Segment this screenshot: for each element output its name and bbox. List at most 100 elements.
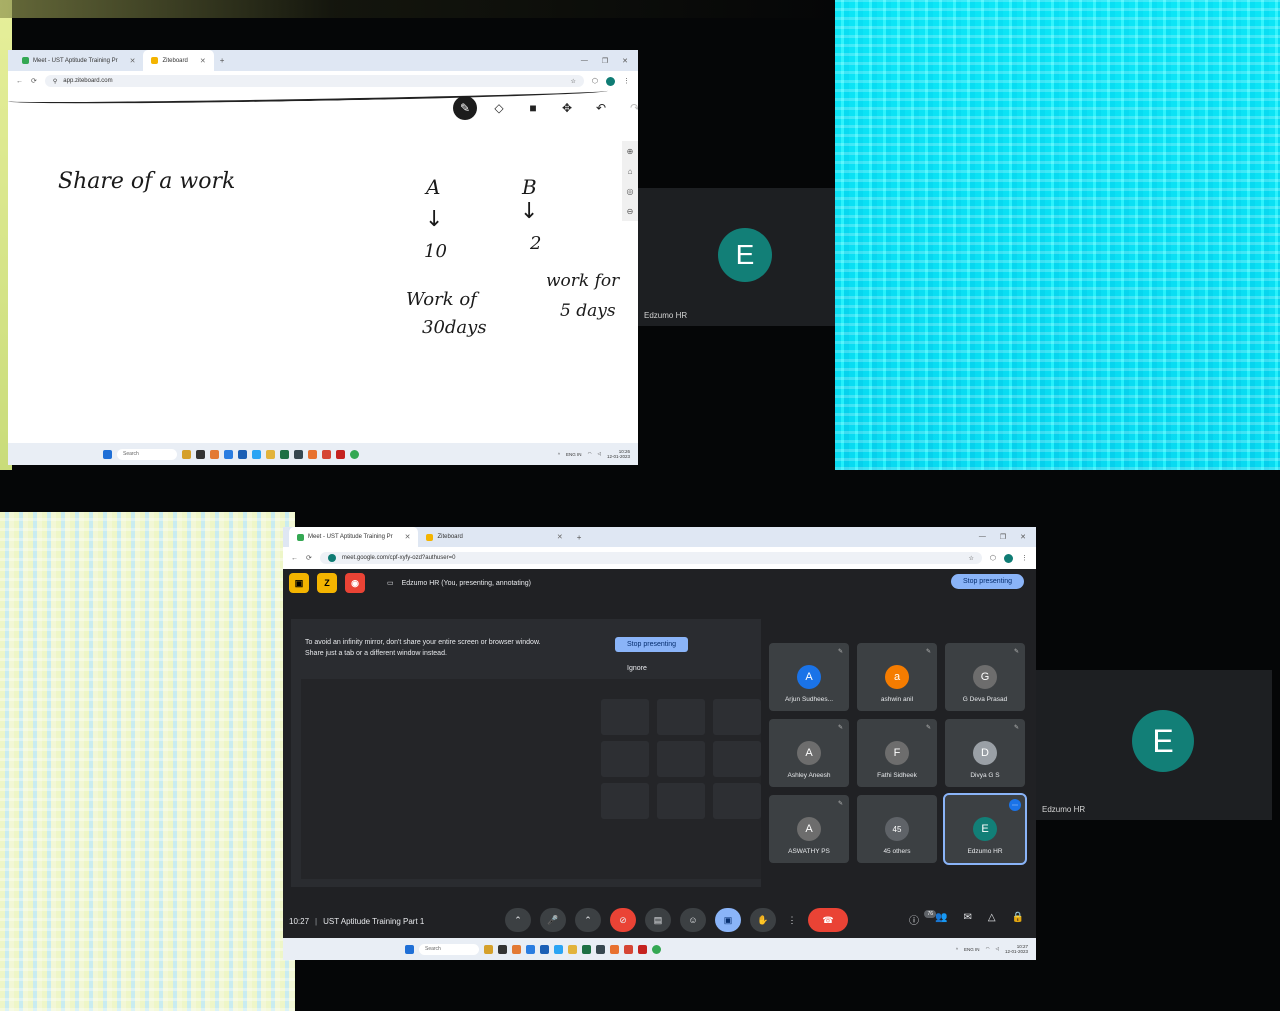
emoji-reaction-icon[interactable]: ☺ bbox=[680, 908, 706, 932]
pdf-icon[interactable] bbox=[336, 449, 345, 459]
tray-clock[interactable]: 10:26 12-01-2023 bbox=[607, 449, 630, 459]
task-view-icon[interactable] bbox=[498, 944, 507, 954]
pin-icon[interactable]: ✎ bbox=[1014, 724, 1019, 731]
participant-tile[interactable]: ✎ a ashwin anil bbox=[857, 643, 937, 711]
folder-icon[interactable] bbox=[266, 449, 275, 459]
pin-icon[interactable]: ✎ bbox=[926, 648, 931, 655]
volume-icon[interactable]: ◁ bbox=[996, 946, 999, 952]
camera-options-icon[interactable]: ⌃ bbox=[575, 908, 601, 932]
undo-icon[interactable]: ↶ bbox=[589, 96, 613, 120]
pin-icon[interactable]: ✎ bbox=[838, 648, 843, 655]
zoom-out-icon[interactable]: ⊖ bbox=[627, 207, 634, 216]
back-icon[interactable]: ← bbox=[291, 555, 298, 562]
back-icon[interactable]: ← bbox=[16, 78, 23, 85]
camera-off-icon[interactable]: ⊘ bbox=[610, 908, 636, 932]
tab-meet[interactable]: Meet - UST Aptitude Training Pr ✕ bbox=[14, 50, 143, 71]
task-view-icon[interactable] bbox=[196, 449, 205, 459]
zoom-in-icon[interactable]: ⊕ bbox=[627, 147, 634, 156]
wifi-icon[interactable]: ◠ bbox=[986, 946, 990, 952]
app-icon[interactable] bbox=[294, 449, 303, 459]
brave-icon[interactable] bbox=[308, 449, 317, 459]
shape-icon[interactable]: ■ bbox=[521, 96, 545, 120]
app-icon[interactable] bbox=[540, 944, 549, 954]
self-view-tile[interactable]: E Edzumo HR bbox=[638, 188, 835, 326]
new-tab-button[interactable]: + bbox=[577, 533, 582, 542]
meeting-info-icon[interactable]: ⓘ bbox=[909, 912, 919, 927]
close-window-icon[interactable]: ✕ bbox=[622, 57, 628, 65]
tray-chevron-icon[interactable]: ^ bbox=[956, 947, 958, 952]
folder-icon[interactable] bbox=[568, 944, 577, 954]
participant-tile[interactable]: ✎ A Ashley Aneesh bbox=[769, 719, 849, 787]
edge-icon[interactable] bbox=[554, 944, 563, 954]
new-tab-button[interactable]: + bbox=[220, 56, 225, 65]
store-icon[interactable] bbox=[224, 449, 233, 459]
pin-icon[interactable]: ✎ bbox=[1014, 648, 1019, 655]
self-view-tile[interactable]: E Edzumo HR bbox=[1036, 670, 1272, 820]
bookmark-star-icon[interactable]: ☆ bbox=[968, 555, 973, 562]
eraser-icon[interactable]: ◇ bbox=[487, 96, 511, 120]
microphone-icon[interactable]: 🎤 bbox=[540, 908, 566, 932]
more-options-icon[interactable]: ⋮ bbox=[785, 908, 799, 932]
pen-icon[interactable]: ✎ bbox=[453, 96, 477, 120]
whiteboard-canvas[interactable]: ✎ ◇ ■ ✥ ↶ ↷ ⊕ ⌂ ◎ ⊖ Share of a work A ↓ … bbox=[8, 85, 638, 443]
excel-icon[interactable] bbox=[280, 449, 289, 459]
close-window-icon[interactable]: ✕ bbox=[1020, 533, 1026, 541]
people-icon[interactable]: 👥 bbox=[935, 912, 947, 927]
acrobat-icon[interactable] bbox=[624, 944, 633, 954]
pin-icon[interactable]: ✎ bbox=[838, 800, 843, 807]
taskbar-search[interactable]: Search bbox=[419, 943, 479, 955]
participant-tile[interactable]: ✎ A ASWATHY PS bbox=[769, 795, 849, 863]
close-tab-icon[interactable]: ✕ bbox=[405, 533, 411, 541]
edge-icon[interactable] bbox=[252, 449, 261, 459]
minimize-icon[interactable]: — bbox=[581, 57, 588, 65]
minimize-icon[interactable]: — bbox=[979, 533, 986, 541]
maximize-icon[interactable]: ❐ bbox=[1000, 533, 1006, 541]
chat-icon[interactable]: ✉ bbox=[963, 912, 971, 927]
url-field[interactable]: meet.google.com/cpf-xyfy-ozd?authuser=0 … bbox=[319, 552, 982, 564]
app-icon[interactable] bbox=[596, 944, 605, 954]
activities-icon[interactable]: △ bbox=[988, 912, 996, 927]
tray-clock[interactable]: 10:27 12-01-2023 bbox=[1005, 944, 1028, 954]
widgets-icon[interactable] bbox=[484, 944, 493, 954]
participant-tile[interactable]: ✎ G G Deva Prasad bbox=[945, 643, 1025, 711]
end-call-button[interactable]: ☎ bbox=[808, 908, 848, 932]
store-icon[interactable] bbox=[526, 944, 535, 954]
tab-ziteboard[interactable]: Ziteboard ✕ bbox=[418, 527, 570, 547]
explorer-icon[interactable] bbox=[210, 449, 219, 459]
menu-dots-icon[interactable]: ⋮ bbox=[623, 77, 630, 85]
tab-meet[interactable]: Meet - UST Aptitude Training Pr ✕ bbox=[289, 527, 419, 547]
taskbar-search[interactable]: Search bbox=[117, 448, 177, 460]
mic-options-icon[interactable]: ⌃ bbox=[505, 908, 531, 932]
raise-hand-icon[interactable]: ✋ bbox=[750, 908, 776, 932]
maximize-icon[interactable]: ❐ bbox=[602, 57, 608, 65]
ziteboard-app-icon[interactable]: Z bbox=[317, 573, 337, 593]
brave-icon[interactable] bbox=[610, 944, 619, 954]
close-tab-icon[interactable]: ✕ bbox=[130, 57, 136, 65]
windows-start-icon[interactable] bbox=[103, 449, 112, 459]
pin-icon[interactable]: ✎ bbox=[838, 724, 843, 731]
app-icon[interactable]: ▣ bbox=[289, 573, 309, 593]
bookmark-star-icon[interactable]: ☆ bbox=[570, 78, 575, 85]
acrobat-icon[interactable] bbox=[322, 449, 331, 459]
move-icon[interactable]: ✥ bbox=[555, 96, 579, 120]
host-controls-icon[interactable]: 🔒 bbox=[1012, 912, 1024, 927]
excel-icon[interactable] bbox=[582, 944, 591, 954]
participant-tile[interactable]: ✎ D Divya G S bbox=[945, 719, 1025, 787]
reload-icon[interactable]: ⟳ bbox=[306, 554, 312, 562]
mirror-stop-presenting-button[interactable]: Stop presenting bbox=[615, 637, 689, 652]
home-icon[interactable]: ⌂ bbox=[628, 167, 633, 176]
self-participant-tile[interactable]: ⋯ E Edzumo HR bbox=[943, 793, 1027, 865]
others-tile[interactable]: 45 45 others bbox=[857, 795, 937, 863]
extension-icon[interactable]: ⬡ bbox=[592, 77, 598, 85]
profile-avatar-icon[interactable] bbox=[606, 76, 615, 86]
captions-icon[interactable]: ▤ bbox=[645, 908, 671, 932]
language-indicator[interactable]: ENG IN bbox=[964, 947, 980, 952]
wifi-icon[interactable]: ◠ bbox=[588, 451, 592, 457]
tab-ziteboard[interactable]: Ziteboard ✕ bbox=[143, 50, 214, 71]
close-tab-icon[interactable]: ✕ bbox=[557, 533, 563, 541]
tray-chevron-icon[interactable]: ^ bbox=[558, 452, 560, 457]
participant-tile[interactable]: ✎ F Fathi Sidheek bbox=[857, 719, 937, 787]
ignore-button[interactable]: Ignore bbox=[627, 665, 647, 672]
extension-icon[interactable]: ⬡ bbox=[990, 554, 996, 562]
redo-icon[interactable]: ↷ bbox=[623, 96, 638, 120]
